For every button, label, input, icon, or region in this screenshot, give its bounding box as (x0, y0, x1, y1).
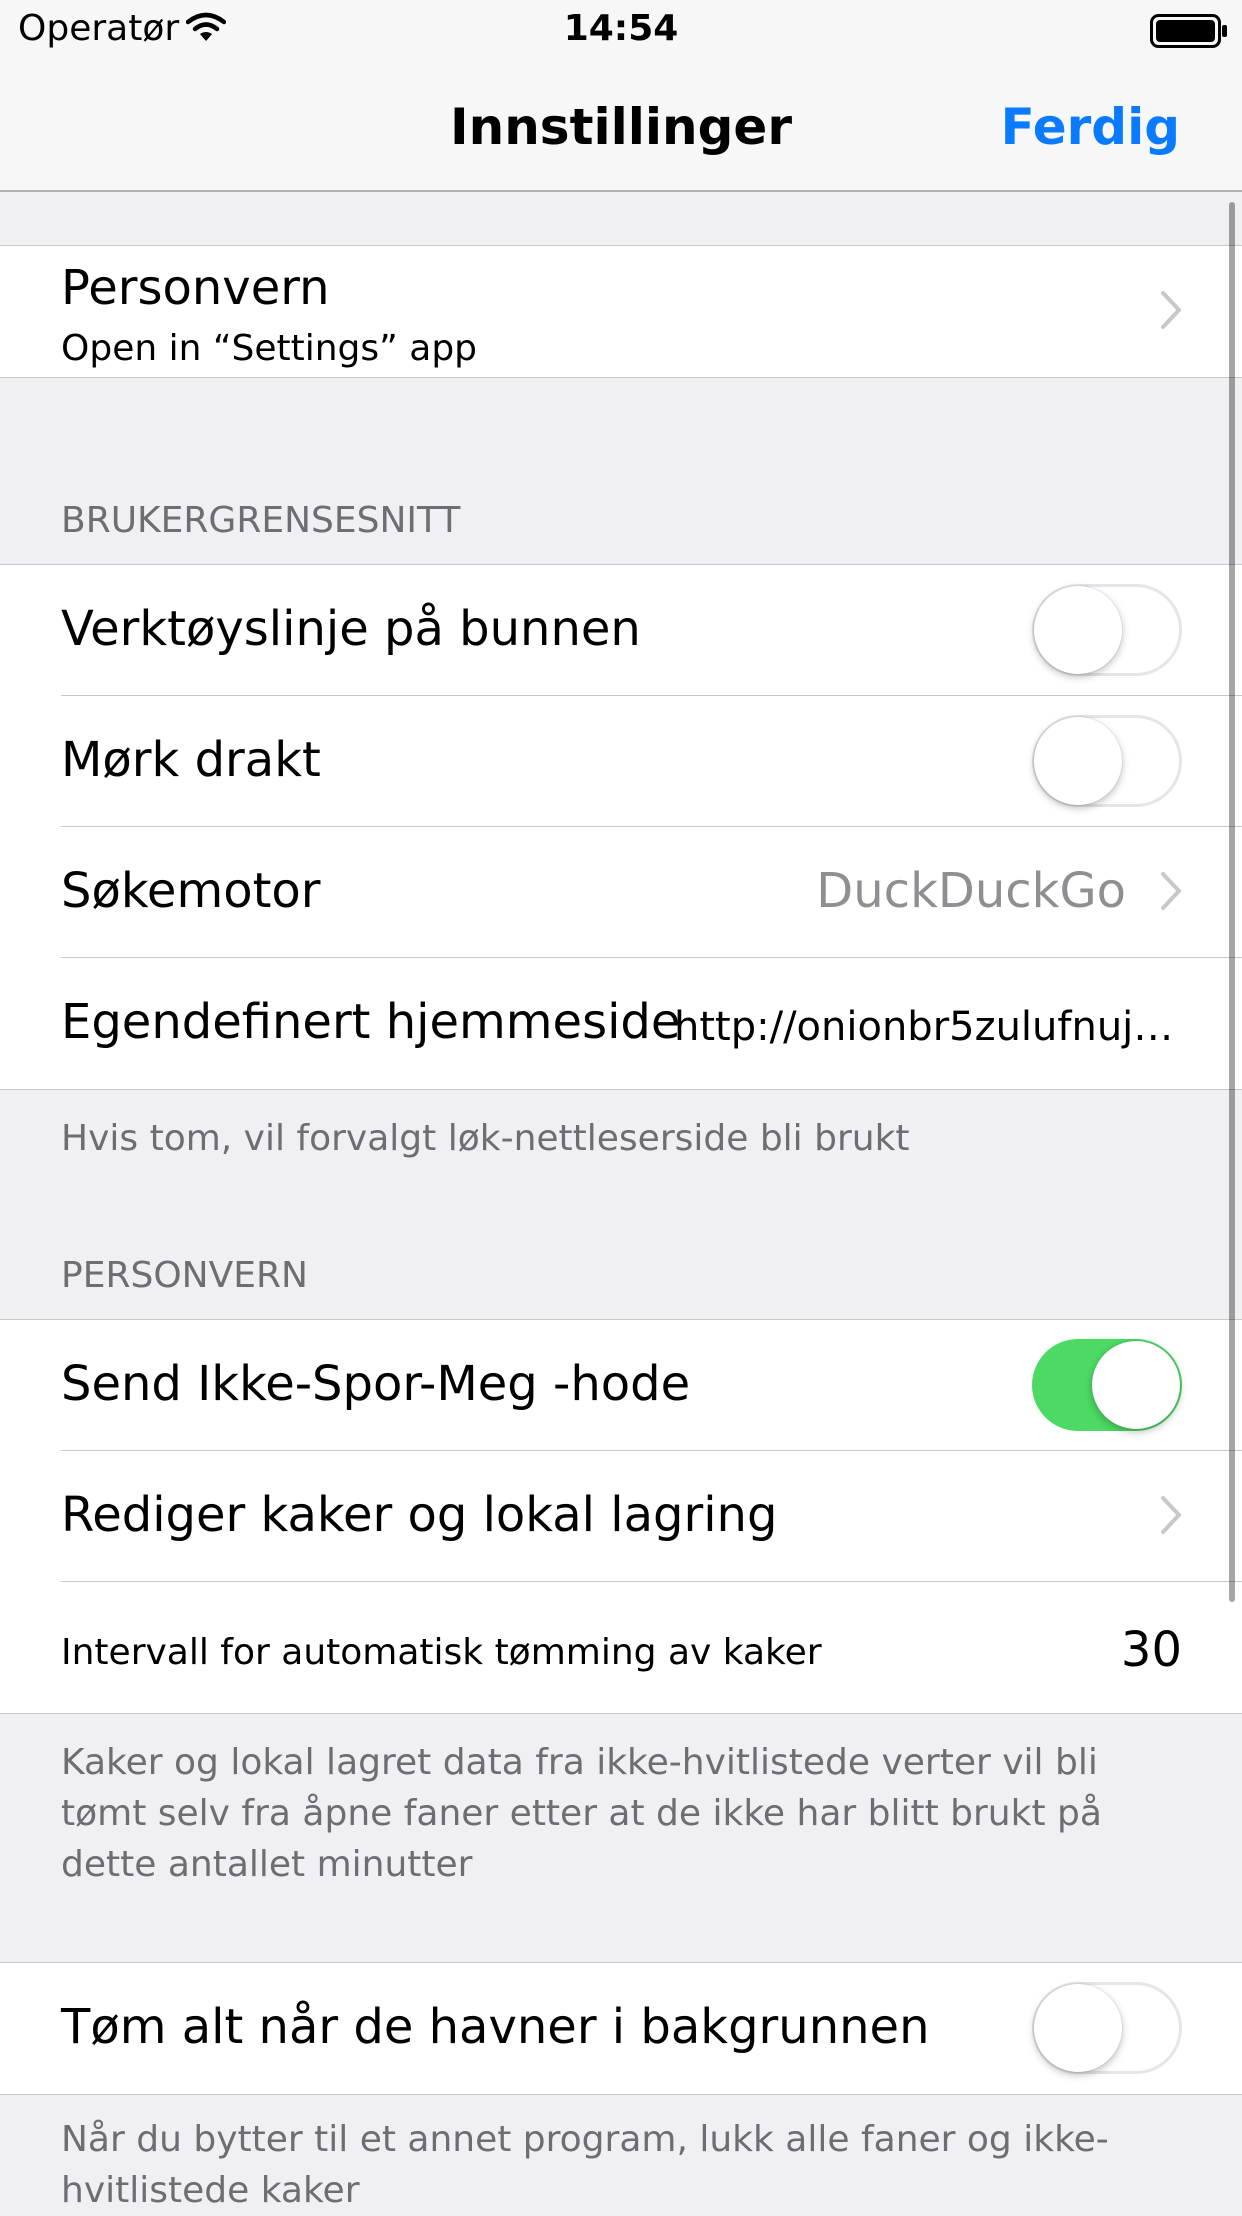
ui-settings-group: Verktøyslinje på bunnen Mørk drakt Søkem… (0, 564, 1242, 1090)
bottom-toolbar-label: Verktøyslinje på bunnen (61, 601, 641, 657)
clock: 14:54 (563, 8, 679, 49)
section-footer-ui: Hvis tom, vil forvalgt løk-nettleserside… (61, 1118, 910, 1159)
bottom-toolbar-toggle[interactable] (1032, 584, 1182, 676)
section-footer-privacy: Kaker og lokal lagret data fra ikke-hvit… (61, 1742, 1102, 1885)
cookie-interval-input[interactable]: 30 (1121, 1622, 1182, 1678)
homepage-input[interactable]: http://onionbr5zulufnuj.o… (674, 1004, 1184, 1050)
dark-theme-toggle[interactable] (1032, 715, 1182, 807)
do-not-track-label: Send Ikke-Spor-Meg -hode (61, 1356, 691, 1412)
clear-on-background-row: Tøm alt når de havner i bakgrunnen (0, 1963, 1242, 2094)
dark-theme-label: Mørk drakt (61, 732, 321, 788)
done-button[interactable]: Ferdig (1001, 98, 1180, 156)
search-engine-row[interactable]: Søkemotor DuckDuckGo (0, 827, 1242, 958)
chevron-right-icon (1160, 290, 1182, 334)
privacy-settings-row[interactable]: Personvern Open in “Settings” app (0, 246, 1242, 377)
cookie-interval-label: Intervall for automatisk tømming av kake… (61, 1632, 822, 1673)
homepage-row: Egendefinert hjemmeside http://onionbr5z… (0, 958, 1242, 1089)
privacy-settings-title: Personvern (61, 260, 330, 316)
do-not-track-row: Send Ikke-Spor-Meg -hode (0, 1320, 1242, 1451)
search-engine-label: Søkemotor (61, 863, 321, 919)
do-not-track-toggle[interactable] (1032, 1339, 1182, 1431)
privacy-link-group: Personvern Open in “Settings” app (0, 245, 1242, 378)
status-bar: Operatør 14:54 (0, 0, 1242, 60)
navigation-bar: Innstillinger Ferdig (0, 60, 1242, 192)
scrollbar[interactable] (1229, 202, 1235, 1602)
cookies-label: Rediger kaker og lokal lagring (61, 1487, 778, 1543)
battery-icon (1150, 14, 1228, 52)
section-header-privacy: PERSONVERN (61, 1255, 308, 1296)
chevron-right-icon (1160, 871, 1182, 915)
toggle-knob (1034, 586, 1122, 674)
clear-on-background-label: Tøm alt når de havner i bakgrunnen (61, 1999, 930, 2055)
homepage-label: Egendefinert hjemmeside (61, 994, 681, 1050)
clear-on-background-toggle[interactable] (1032, 1982, 1182, 2074)
background-group: Tøm alt når de havner i bakgrunnen (0, 1962, 1242, 2095)
privacy-settings-subtitle: Open in “Settings” app (61, 328, 478, 369)
search-engine-value: DuckDuckGo (816, 863, 1126, 919)
bottom-toolbar-row: Verktøyslinje på bunnen (0, 565, 1242, 696)
toggle-knob (1034, 1984, 1122, 2072)
cookie-interval-row: Intervall for automatisk tømming av kake… (0, 1582, 1242, 1713)
toggle-knob (1092, 1341, 1180, 1429)
section-header-ui: BRUKERGRENSESNITT (61, 500, 461, 541)
section-footer-background: Når du bytter til et annet program, lukk… (61, 2119, 1109, 2211)
privacy-settings-group: Send Ikke-Spor-Meg -hode Rediger kaker o… (0, 1319, 1242, 1714)
dark-theme-row: Mørk drakt (0, 696, 1242, 827)
toggle-knob (1034, 717, 1122, 805)
chevron-right-icon (1160, 1495, 1182, 1539)
cookies-row[interactable]: Rediger kaker og lokal lagring (0, 1451, 1242, 1582)
